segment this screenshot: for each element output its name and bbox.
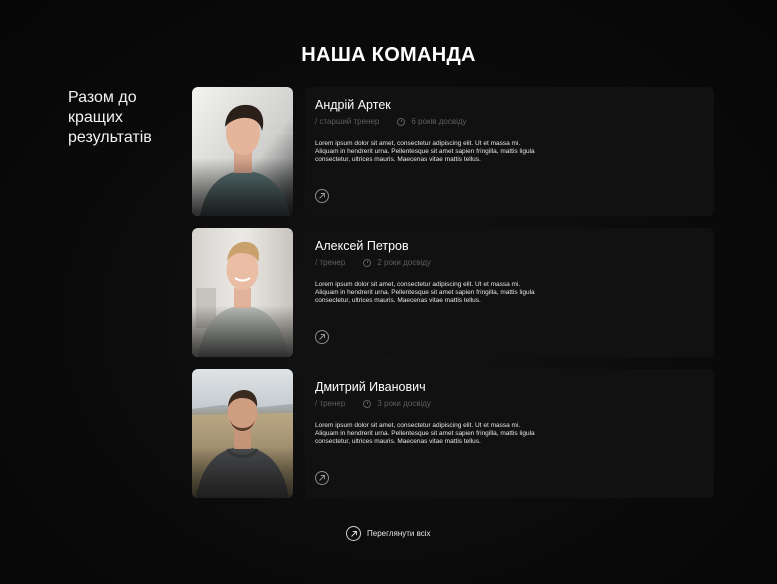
member-info-panel: Дмитрий Иванович / тренер 3 роки досвіду…	[305, 369, 714, 498]
member-experience: 2 роки досвіду	[363, 258, 431, 267]
member-details-button[interactable]	[315, 189, 329, 203]
arrow-up-right-icon	[319, 475, 325, 481]
member-name: Дмитрий Иванович	[315, 380, 426, 394]
clock-icon	[363, 258, 372, 267]
arrow-up-right-icon	[319, 193, 325, 199]
member-meta: / старший тренер 6 років досвіду	[315, 117, 467, 126]
arrow-up-right-icon	[346, 526, 361, 541]
view-all-button[interactable]: Переглянути всіх	[346, 526, 431, 541]
member-photo-image	[192, 369, 293, 498]
member-photo	[192, 369, 293, 498]
member-info-panel: Алексей Петров / тренер 2 роки досвіду L…	[305, 228, 714, 357]
member-name: Андрій Артек	[315, 98, 391, 112]
member-details-button[interactable]	[315, 330, 329, 344]
page-title: НАША КОМАНДА	[301, 44, 476, 66]
team-member-card: Андрій Артек / старший тренер 6 років до…	[192, 87, 714, 216]
team-member-card: Дмитрий Иванович / тренер 3 роки досвіду…	[192, 369, 714, 498]
member-photo-image	[192, 87, 293, 216]
member-role: / старший тренер	[315, 117, 380, 126]
member-role: / тренер	[315, 258, 346, 267]
clock-icon	[363, 399, 372, 408]
member-role: / тренер	[315, 399, 346, 408]
member-description: Lorem ipsum dolor sit amet, consectetur …	[315, 281, 535, 304]
member-description: Lorem ipsum dolor sit amet, consectetur …	[315, 422, 535, 445]
section-tagline: Разом до кращих результатів	[68, 89, 152, 146]
member-details-button[interactable]	[315, 471, 329, 485]
member-photo	[192, 87, 293, 216]
view-all-label: Переглянути всіх	[367, 529, 431, 538]
arrow-up-right-icon	[319, 334, 325, 340]
member-experience-label: 6 років досвіду	[411, 117, 467, 126]
member-experience-label: 3 роки досвіду	[377, 399, 431, 408]
clock-icon	[397, 117, 406, 126]
member-name: Алексей Петров	[315, 239, 409, 253]
member-meta: / тренер 3 роки досвіду	[315, 399, 431, 408]
member-info-panel: Андрій Артек / старший тренер 6 років до…	[305, 87, 714, 216]
member-photo-image	[192, 228, 293, 357]
member-photo	[192, 228, 293, 357]
member-experience-label: 2 роки досвіду	[377, 258, 431, 267]
member-experience: 6 років досвіду	[397, 117, 467, 126]
member-meta: / тренер 2 роки досвіду	[315, 258, 431, 267]
team-member-card: Алексей Петров / тренер 2 роки досвіду L…	[192, 228, 714, 357]
member-description: Lorem ipsum dolor sit amet, consectetur …	[315, 140, 535, 163]
team-section: НАША КОМАНДА Разом до кращих результатів	[0, 0, 777, 584]
member-experience: 3 роки досвіду	[363, 399, 431, 408]
